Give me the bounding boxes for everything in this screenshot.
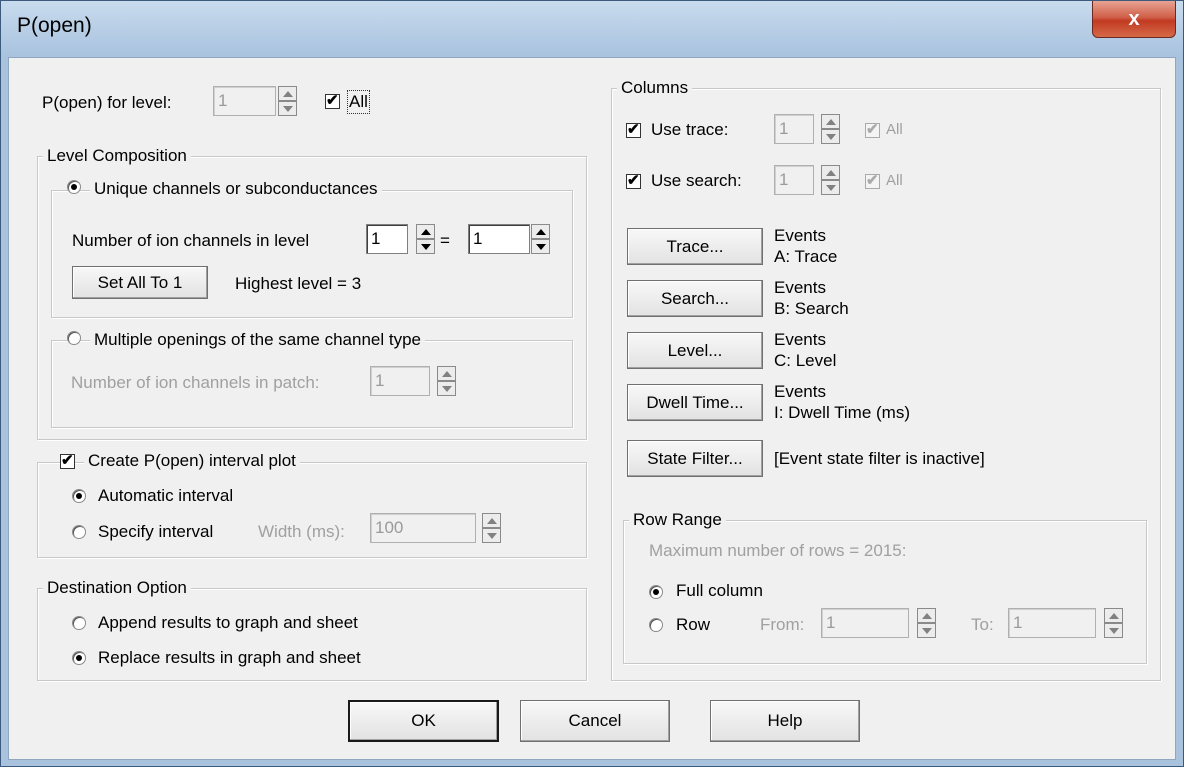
equals-sign: = (440, 231, 450, 250)
interval-plot-label[interactable]: Create P(open) interval plot (84, 451, 300, 471)
popen-all-checkbox[interactable] (325, 91, 340, 109)
row-range-title: Row Range (629, 510, 726, 530)
append-results-radio[interactable] (72, 616, 86, 630)
popen-level-spinner[interactable] (278, 86, 297, 116)
from-spinner[interactable] (917, 608, 936, 638)
dwell-time-events-line2: I: Dwell Time (ms) (774, 403, 910, 422)
popen-level-input[interactable]: 1 (213, 86, 276, 116)
width-ms-label: Width (ms): (258, 522, 345, 541)
search-button[interactable]: Search... (627, 280, 763, 317)
append-results-label[interactable]: Append results to graph and sheet (98, 612, 358, 634)
dwell-time-button[interactable]: Dwell Time... (627, 384, 763, 421)
channels-in-level-input[interactable]: 1 (366, 224, 408, 254)
to-spinner[interactable] (1104, 608, 1123, 638)
full-column-radio[interactable] (649, 585, 663, 599)
window-title: P(open) (17, 14, 92, 37)
use-search-input[interactable]: 1 (774, 165, 814, 195)
from-label: From: (760, 615, 805, 634)
to-input[interactable]: 1 (1008, 608, 1096, 638)
replace-results-label[interactable]: Replace results in graph and sheet (98, 647, 361, 669)
unique-channels-label[interactable]: Unique channels or subconductances (90, 179, 382, 199)
level-events-line2: C: Level (774, 351, 837, 370)
use-trace-checkbox[interactable] (626, 120, 641, 138)
set-all-to-1-button[interactable]: Set All To 1 (72, 266, 208, 299)
popen-all-label[interactable]: All (347, 90, 370, 114)
dialog-window: P(open) x P(open) for level: 1 All Level… (0, 0, 1184, 767)
unique-channels-radio[interactable] (67, 180, 81, 194)
close-button[interactable]: x (1092, 1, 1176, 38)
interval-plot-group (37, 462, 587, 558)
level-composition-title: Level Composition (43, 146, 191, 166)
replace-results-radio[interactable] (72, 651, 86, 665)
highest-level-text: Highest level = 3 (235, 274, 362, 293)
multiple-openings-label[interactable]: Multiple openings of the same channel ty… (90, 330, 425, 350)
cancel-button[interactable]: Cancel (520, 700, 670, 742)
from-input[interactable]: 1 (821, 608, 909, 638)
level-button[interactable]: Level... (627, 332, 763, 369)
interval-plot-checkbox[interactable] (60, 451, 75, 469)
use-trace-label[interactable]: Use trace: (651, 119, 728, 141)
dwell-time-events-line1: Events (774, 382, 826, 401)
patch-channels-label: Number of ion channels in patch: (71, 373, 320, 392)
trace-button[interactable]: Trace... (627, 228, 763, 265)
width-ms-spinner[interactable] (482, 513, 501, 543)
ok-button[interactable]: OK (348, 700, 499, 742)
use-search-label[interactable]: Use search: (651, 170, 742, 192)
trace-events-line2: A: Trace (774, 247, 838, 266)
use-trace-all-label: All (886, 121, 903, 138)
row-radio[interactable] (649, 618, 663, 632)
close-icon: x (1128, 7, 1140, 30)
state-filter-button[interactable]: State Filter... (627, 440, 763, 477)
channels-in-level-input-2[interactable]: 1 (468, 224, 530, 254)
search-events-line1: Events (774, 278, 826, 297)
state-filter-status: [Event state filter is inactive] (774, 449, 985, 468)
dialog-client: P(open) for level: 1 All Level Compositi… (8, 57, 1176, 760)
use-trace-all-checkbox[interactable] (865, 120, 880, 138)
to-label: To: (971, 615, 994, 634)
use-trace-input[interactable]: 1 (774, 114, 814, 144)
columns-title: Columns (617, 78, 693, 98)
max-rows-text: Maximum number of rows = 2015: (649, 541, 907, 560)
automatic-interval-label[interactable]: Automatic interval (98, 485, 233, 507)
search-events-line2: B: Search (774, 299, 849, 318)
channels-in-level-spinner[interactable] (416, 224, 435, 254)
patch-channels-input[interactable]: 1 (370, 366, 430, 396)
multiple-openings-radio[interactable] (67, 331, 81, 345)
specify-interval-radio[interactable] (72, 525, 86, 539)
specify-interval-label[interactable]: Specify interval (98, 521, 213, 543)
use-search-checkbox[interactable] (626, 171, 641, 189)
patch-channels-spinner[interactable] (437, 366, 456, 396)
use-search-spinner[interactable] (821, 165, 840, 195)
popen-level-label: P(open) for level: (42, 93, 172, 112)
automatic-interval-radio[interactable] (72, 489, 86, 503)
width-ms-input[interactable]: 100 (370, 513, 476, 543)
trace-events-line1: Events (774, 226, 826, 245)
use-trace-spinner[interactable] (821, 114, 840, 144)
help-button[interactable]: Help (710, 700, 860, 742)
channels-in-level-label: Number of ion channels in level (72, 231, 310, 250)
use-search-all-checkbox[interactable] (865, 171, 880, 189)
full-column-label[interactable]: Full column (676, 580, 763, 602)
row-label[interactable]: Row (676, 614, 710, 636)
destination-title: Destination Option (43, 578, 191, 598)
channels-in-level-spinner-2[interactable] (531, 224, 550, 254)
level-events-line1: Events (774, 330, 826, 349)
use-search-all-label: All (886, 172, 903, 189)
